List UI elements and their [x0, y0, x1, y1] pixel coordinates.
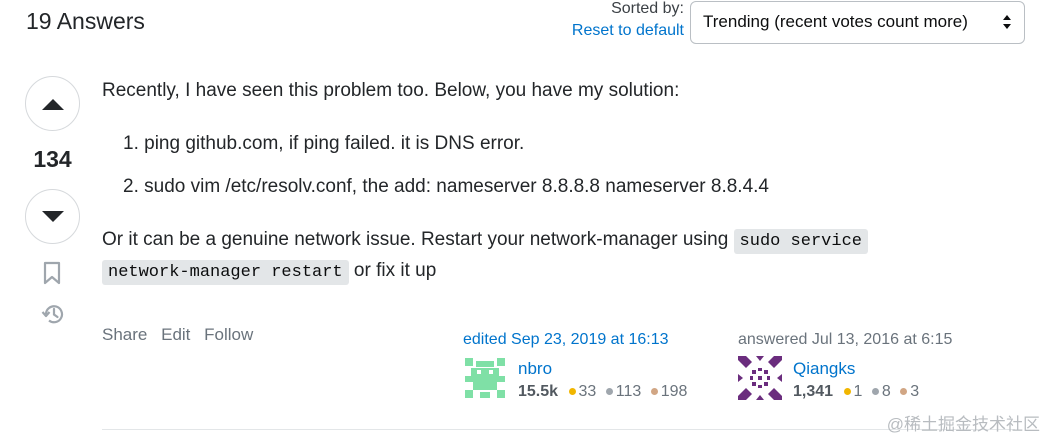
answer-paragraph-1: Recently, I have seen this problem too. … — [102, 80, 680, 101]
upvote-button[interactable] — [25, 76, 80, 131]
sorted-by-label: Sorted by: — [611, 0, 684, 17]
edited-timestamp-link[interactable]: edited Sep 23, 2019 at 16:13 — [463, 331, 669, 349]
gold-badge-icon — [568, 387, 576, 395]
answer-paragraph-2-continued: network-manager restart or fix it up — [102, 260, 437, 285]
silver-badge-count: 8 — [881, 383, 891, 400]
reset-to-default-link[interactable]: Reset to default — [572, 22, 684, 40]
inline-code: sudo service — [733, 229, 868, 254]
author-avatar[interactable] — [738, 356, 782, 400]
share-link[interactable]: Share — [102, 325, 147, 344]
inline-code: network-manager restart — [102, 260, 349, 285]
silver-badge-icon — [605, 387, 613, 395]
editor-name-link[interactable]: nbro — [518, 359, 552, 379]
gold-badge-count: 33 — [578, 383, 597, 400]
answer-divider — [102, 429, 1015, 430]
answer-list-item: 1. ping github.com, if ping failed. it i… — [123, 133, 525, 154]
follow-link[interactable]: Follow — [204, 325, 253, 344]
answered-timestamp: answered Jul 13, 2016 at 6:15 — [738, 331, 953, 348]
bookmark-icon — [43, 261, 61, 285]
arrow-up-icon — [41, 98, 64, 110]
edit-link[interactable]: Edit — [161, 325, 190, 344]
arrow-down-icon — [41, 210, 64, 222]
answers-count-heading: 19 Answers — [26, 8, 145, 34]
sort-order-value: Trending (recent votes count more) — [703, 12, 968, 31]
watermark-text: @稀土掘金技术社区 — [886, 415, 1040, 434]
author-name-link[interactable]: Qiangks — [793, 359, 855, 379]
bronze-badge-count: 198 — [660, 383, 688, 400]
bronze-badge-icon — [650, 387, 658, 395]
paragraph-text: or fix it up — [353, 260, 437, 281]
bronze-badge-icon — [900, 387, 908, 395]
select-arrows-icon — [1003, 15, 1011, 29]
gold-badge-icon — [843, 387, 851, 395]
gold-badge-count: 1 — [853, 383, 863, 400]
paragraph-text: Or it can be a genuine network issue. Re… — [102, 229, 729, 250]
editor-stats: 15.5k 33 113 198 — [518, 383, 692, 401]
editor-avatar[interactable] — [463, 356, 507, 400]
bookmark-button[interactable] — [41, 261, 63, 290]
bronze-badge-count: 3 — [910, 383, 920, 400]
author-stats: 1,341 1 8 3 — [793, 383, 924, 401]
downvote-button[interactable] — [25, 189, 80, 244]
reputation-score: 1,341 — [793, 383, 834, 400]
sort-order-select[interactable]: Trending (recent votes count more) — [690, 1, 1025, 44]
answer-list-item: 2. sudo vim /etc/resolv.conf, the add: n… — [123, 176, 769, 197]
answer-paragraph-2: Or it can be a genuine network issue. Re… — [102, 229, 868, 254]
vote-count: 134 — [33, 146, 72, 172]
post-menu: Share Edit Follow — [102, 325, 262, 345]
silver-badge-count: 113 — [615, 383, 642, 400]
timeline-button[interactable] — [41, 301, 67, 332]
reputation-score: 15.5k — [518, 383, 559, 400]
history-icon — [41, 305, 64, 324]
silver-badge-icon — [871, 387, 879, 395]
